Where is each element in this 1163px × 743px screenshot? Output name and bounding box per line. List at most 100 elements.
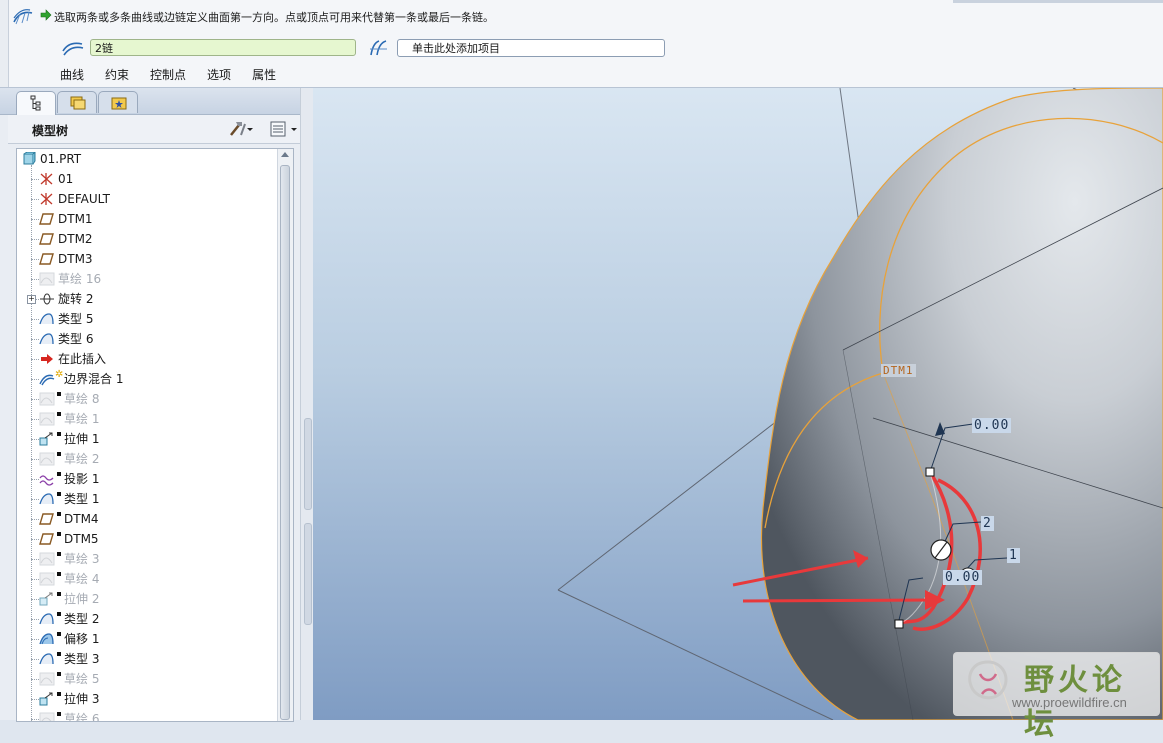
tree-connector-branch	[31, 259, 39, 260]
tree-item-label: 类型 6	[58, 332, 94, 346]
panel-splitter[interactable]	[300, 88, 314, 720]
tab-options[interactable]: 选项	[207, 66, 231, 83]
scroll-thumb[interactable]	[280, 165, 290, 720]
tree-connector-branch	[31, 499, 39, 500]
tree-item[interactable]: 草绘 4	[17, 569, 275, 589]
boundary-blend-icon	[13, 9, 33, 25]
tab-layers[interactable]	[57, 91, 97, 113]
tab-properties[interactable]: 属性	[252, 66, 276, 83]
tree-tools	[230, 121, 297, 137]
extrude-icon	[39, 692, 53, 706]
tree-item[interactable]: DTM3	[17, 249, 275, 269]
sketch-icon	[39, 412, 55, 426]
tree-item[interactable]: 01	[17, 169, 275, 189]
expand-toggle[interactable]: +	[27, 295, 36, 304]
sketch-icon	[39, 392, 55, 406]
datum-plane-icon	[39, 213, 54, 225]
tab-control-points[interactable]: 控制点	[150, 66, 186, 83]
tab-constraints[interactable]: 约束	[105, 66, 129, 83]
suppressed-marker	[57, 452, 61, 456]
tree-item-label: 草绘 3	[64, 552, 100, 566]
extrude-icon	[39, 432, 53, 446]
tree-connector-branch	[31, 679, 39, 680]
chain-number-label[interactable]: 1	[1007, 548, 1020, 563]
tree-connector-branch	[31, 399, 39, 400]
tree-item-label: 类型 3	[64, 652, 100, 666]
tab-curves[interactable]: 曲线	[60, 66, 84, 83]
second-direction-collector[interactable]: 单击此处添加项目	[397, 39, 665, 57]
tree-item[interactable]: 草绘 2	[17, 449, 275, 469]
datum-plane-icon	[39, 233, 54, 245]
scroll-up-icon[interactable]	[281, 152, 289, 157]
tree-connector-branch	[31, 639, 39, 640]
tree-connector-branch	[31, 319, 39, 320]
first-direction-chain-field[interactable]: 2链	[90, 39, 356, 56]
tab-favorites[interactable]	[98, 91, 138, 113]
dimension-label[interactable]: 0.00	[972, 418, 1012, 433]
boundary-blend-dashboard: 选取两条或多条曲线或边链定义曲面第一方向。点或顶点可用来代替第一条或最后一条链。…	[0, 0, 1163, 88]
tree-item[interactable]: 拉伸 3	[17, 689, 275, 709]
model-tree-header: 模型树	[8, 115, 308, 144]
show-menu-icon[interactable]	[270, 121, 297, 137]
tree-item[interactable]: 草绘 3	[17, 549, 275, 569]
tree-item[interactable]: 草绘 8	[17, 389, 275, 409]
tree-item[interactable]: 草绘 16	[17, 269, 275, 289]
forum-watermark: 野火论坛 www.proewildfire.cn	[953, 652, 1160, 742]
model-tree: 01.PRT 01 DEFAULT DTM1 DTM2 DTM3 草绘 16 + 旋转 2 类型 …	[16, 148, 294, 722]
suppressed-marker	[57, 692, 61, 696]
style-icon	[39, 613, 54, 625]
dashboard-tabs: 曲线 约束 控制点 选项 属性	[60, 66, 297, 83]
style-icon	[39, 653, 54, 665]
suppressed-marker	[57, 432, 61, 436]
settings-icon[interactable]	[230, 122, 253, 136]
tree-item[interactable]: 类型 1	[17, 489, 275, 509]
splitter-grip[interactable]	[304, 418, 312, 510]
tree-item[interactable]: DTM1	[17, 209, 275, 229]
tree-scrollbar[interactable]	[277, 149, 293, 721]
tree-connector-branch	[31, 699, 39, 700]
graphics-window[interactable]: DTM1 0.00 2 1 0.00	[313, 88, 1163, 720]
datum-label[interactable]: DTM1	[881, 364, 916, 377]
tree-item[interactable]: DTM5	[17, 529, 275, 549]
tab-model-tree[interactable]	[16, 91, 56, 115]
tree-item[interactable]: 类型 5	[17, 309, 275, 329]
tree-connector-branch	[31, 479, 39, 480]
splitter-grip[interactable]	[304, 523, 312, 625]
tree-item[interactable]: 拉伸 1	[17, 429, 275, 449]
chain-number-label[interactable]: 2	[981, 516, 994, 531]
tree-connector-branch	[31, 619, 39, 620]
tree-item[interactable]: 类型 6	[17, 329, 275, 349]
tree-connector-branch	[31, 519, 39, 520]
sketch-icon	[39, 712, 55, 721]
tree-item-label: DTM4	[64, 512, 99, 526]
suppressed-marker	[57, 532, 61, 536]
tree-item[interactable]: DEFAULT	[17, 189, 275, 209]
tree-item[interactable]: DTM4	[17, 509, 275, 529]
tree-item[interactable]: 类型 2	[17, 609, 275, 629]
tree-item[interactable]: 偏移 1	[17, 629, 275, 649]
tree-item[interactable]: 类型 3	[17, 649, 275, 669]
tree-item-label: 草绘 1	[64, 412, 100, 426]
tree-item[interactable]: 草绘 1	[17, 409, 275, 429]
tree-item[interactable]: ✲ 边界混合 1	[17, 369, 275, 389]
insert-here-icon	[41, 354, 53, 364]
first-direction-chain-icon[interactable]	[62, 39, 84, 57]
dashboard-left-strip	[0, 0, 9, 87]
tree-item[interactable]: + 旋转 2	[17, 289, 275, 309]
sketch-icon	[39, 572, 55, 586]
tree-connector-branch	[31, 459, 39, 460]
tree-item[interactable]: 投影 1	[17, 469, 275, 489]
tree-item[interactable]: 拉伸 2	[17, 589, 275, 609]
tree-item[interactable]: 草绘 6	[17, 709, 275, 721]
model-tree-title: 模型树	[32, 124, 69, 138]
second-direction-chain-icon[interactable]	[368, 39, 390, 57]
suppressed-marker	[57, 672, 61, 676]
suppressed-marker	[57, 552, 61, 556]
suppressed-marker	[57, 412, 61, 416]
tree-item[interactable]: DTM2	[17, 229, 275, 249]
tree-item[interactable]: 草绘 5	[17, 669, 275, 689]
tree-item[interactable]: 01.PRT	[17, 149, 275, 169]
dimension-label[interactable]: 0.00	[943, 570, 983, 585]
tree-connector-branch	[31, 219, 39, 220]
boundary-blend-icon	[39, 374, 55, 386]
